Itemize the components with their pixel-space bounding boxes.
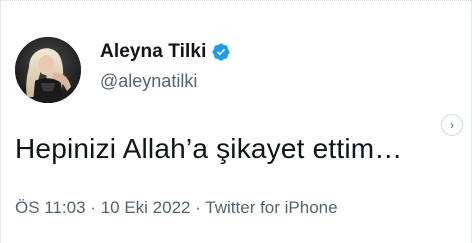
tweet-text: Hepinizi Allah’a şikayet ettim… [15, 133, 403, 164]
tweet-source[interactable]: Twitter for iPhone [205, 198, 337, 217]
tweet-card: Aleyna Tilki @aleynatilki › Hepinizi All… [0, 0, 472, 243]
divider [1, 0, 472, 1]
avatar[interactable] [15, 37, 81, 103]
username-handle[interactable]: @aleynatilki [100, 71, 197, 92]
avatar-image [15, 37, 81, 103]
next-button[interactable]: › [441, 114, 463, 136]
meta-separator: · [85, 198, 101, 217]
tweet-date[interactable]: 10 Eki 2022 [101, 198, 191, 217]
author-name-row[interactable]: Aleyna Tilki [100, 40, 231, 64]
meta-separator: · [190, 198, 206, 217]
chevron-right-icon: › [450, 118, 454, 132]
display-name[interactable]: Aleyna Tilki [100, 41, 206, 63]
tweet-metadata: ÖS 11:03 · 10 Eki 2022 · Twitter for iPh… [15, 198, 338, 218]
verified-badge-icon [211, 42, 231, 62]
tweet-time[interactable]: ÖS 11:03 [15, 198, 86, 217]
